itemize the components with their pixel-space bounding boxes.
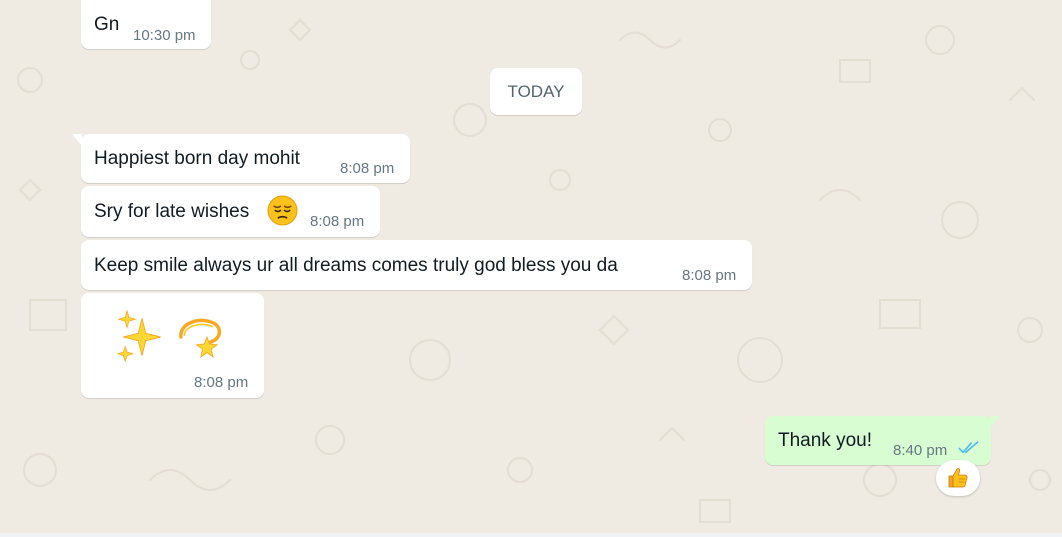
incoming-message[interactable]: Gn 10:30 pm (81, 0, 211, 49)
incoming-message[interactable]: Happiest born day mohit 8:08 pm (72, 134, 410, 183)
chat-panel: Gn 10:30 pm TODAY Happiest born day mohi… (0, 0, 1062, 537)
message-text: Happiest born day mohit (94, 148, 300, 169)
message-time: 8:08 pm (194, 374, 249, 391)
incoming-emoji-message[interactable]: 8:08 pm (81, 293, 264, 398)
composer-edge (0, 533, 1062, 537)
date-divider: TODAY (490, 68, 582, 115)
message-time: 8:08 pm (682, 267, 737, 284)
message-text: Keep smile always ur all dreams comes tr… (94, 255, 618, 276)
message-time: 8:40 pm (893, 442, 948, 459)
outgoing-message[interactable]: Thank you! 8:40 pm (765, 416, 1000, 465)
incoming-message[interactable]: Sry for late wishes 8:08 pm (81, 186, 380, 237)
message-text: Thank you! (778, 430, 872, 451)
read-double-check-icon (958, 441, 979, 454)
message-time: 10:30 pm (133, 27, 196, 44)
sparkles-icon (116, 309, 161, 363)
date-divider-label: TODAY (507, 81, 565, 101)
dizzy-icon (179, 318, 222, 358)
pensive-face-icon (267, 195, 298, 226)
incoming-message[interactable]: Keep smile always ur all dreams comes tr… (81, 240, 752, 290)
message-time: 8:08 pm (310, 213, 365, 230)
thumbs-up-icon (948, 468, 968, 488)
message-reaction[interactable] (936, 460, 980, 496)
message-text: Gn (94, 14, 120, 35)
message-time: 8:08 pm (340, 160, 395, 177)
message-text: Sry for late wishes (94, 201, 250, 222)
bubble-tail (72, 134, 82, 146)
bubble-tail (990, 416, 1000, 428)
